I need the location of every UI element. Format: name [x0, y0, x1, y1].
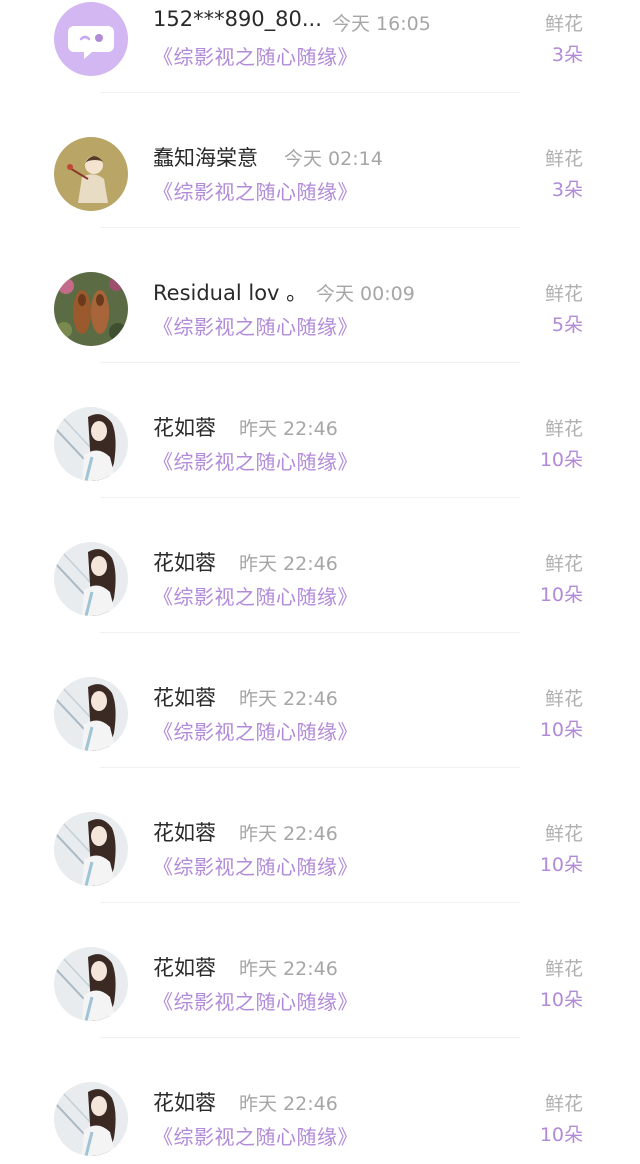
- user-name: 152***890_80...: [153, 7, 322, 31]
- list-item[interactable]: 152***890_80... 今天 16:05 《综影视之随心随缘》 鲜花 3…: [0, 1, 640, 136]
- gift-count: 10朵: [539, 719, 583, 741]
- illustrated-girl-icon: [54, 137, 128, 211]
- gift-type-label: 鲜花: [544, 418, 583, 440]
- user-name: 花如蓉: [153, 1091, 216, 1115]
- user-name: 花如蓉: [153, 551, 216, 575]
- list-item[interactable]: 花如蓉 昨天 22:46 《综影视之随心随缘》 鲜花 10朵: [0, 541, 640, 676]
- divider: [100, 632, 520, 633]
- list-item[interactable]: 花如蓉 昨天 22:46 《综影视之随心随缘》 鲜花 10朵: [0, 406, 640, 541]
- anime-girl-icon: [54, 542, 128, 616]
- anime-girl-icon: [54, 407, 128, 481]
- gift-type-label: 鲜花: [544, 148, 583, 170]
- divider: [100, 1037, 520, 1038]
- divider: [100, 92, 520, 93]
- gift-count: 10朵: [539, 449, 583, 471]
- book-title[interactable]: 《综影视之随心随缘》: [153, 1121, 358, 1150]
- timestamp: 今天 00:09: [316, 283, 415, 305]
- gift-type-label: 鲜花: [544, 958, 583, 980]
- list-item[interactable]: 花如蓉 昨天 22:46 《综影视之随心随缘》 鲜花 10朵: [0, 946, 640, 1081]
- gift-type-label: 鲜花: [544, 1093, 583, 1115]
- gift-count: 3朵: [551, 44, 583, 66]
- timestamp: 昨天 22:46: [239, 553, 338, 575]
- book-title[interactable]: 《综影视之随心随缘》: [153, 986, 358, 1015]
- gift-type-label: 鲜花: [544, 283, 583, 305]
- user-name: 蠢知海棠意: [153, 146, 258, 170]
- avatar[interactable]: [54, 947, 128, 1021]
- gift-type-label: 鲜花: [544, 823, 583, 845]
- timestamp: 昨天 22:46: [239, 418, 338, 440]
- avatar[interactable]: [54, 407, 128, 481]
- timestamp: 昨天 22:46: [239, 688, 338, 710]
- book-title[interactable]: 《综影视之随心随缘》: [153, 581, 358, 610]
- anime-girl-icon: [54, 812, 128, 886]
- avatar[interactable]: [54, 137, 128, 211]
- anime-girl-icon: [54, 1082, 128, 1156]
- book-title[interactable]: 《综影视之随心随缘》: [153, 41, 358, 70]
- avatar[interactable]: [54, 1082, 128, 1156]
- divider: [100, 767, 520, 768]
- gift-type-label: 鲜花: [544, 688, 583, 710]
- avatar[interactable]: [54, 2, 128, 76]
- gift-count: 5朵: [551, 314, 583, 336]
- list-item[interactable]: Residual lov 。 今天 00:09 《综影视之随心随缘》 鲜花 5朵: [0, 271, 640, 406]
- divider: [100, 362, 520, 363]
- book-title[interactable]: 《综影视之随心随缘》: [153, 851, 358, 880]
- divider: [100, 227, 520, 228]
- timestamp: 今天 02:14: [284, 148, 383, 170]
- timestamp: 昨天 22:46: [239, 1093, 338, 1115]
- shoes-photo-icon: [54, 272, 128, 346]
- avatar[interactable]: [54, 542, 128, 616]
- avatar[interactable]: [54, 677, 128, 751]
- book-title[interactable]: 《综影视之随心随缘》: [153, 311, 358, 340]
- list-item[interactable]: 蠢知海棠意 今天 02:14 《综影视之随心随缘》 鲜花 3朵: [0, 136, 640, 271]
- avatar[interactable]: [54, 812, 128, 886]
- book-title[interactable]: 《综影视之随心随缘》: [153, 176, 358, 205]
- user-name: 花如蓉: [153, 416, 216, 440]
- timestamp: 昨天 22:46: [239, 958, 338, 980]
- user-name: Residual lov 。: [153, 281, 308, 305]
- divider: [100, 497, 520, 498]
- list-item[interactable]: 花如蓉 昨天 22:46 《综影视之随心随缘》 鲜花 10朵: [0, 811, 640, 946]
- list-item[interactable]: 花如蓉 昨天 22:46 《综影视之随心随缘》 鲜花 10朵: [0, 1081, 640, 1164]
- divider: [100, 902, 520, 903]
- user-name: 花如蓉: [153, 956, 216, 980]
- book-title[interactable]: 《综影视之随心随缘》: [153, 716, 358, 745]
- gift-count: 10朵: [539, 584, 583, 606]
- chat-bubble-icon: [54, 2, 128, 76]
- user-name: 花如蓉: [153, 821, 216, 845]
- gift-count: 10朵: [539, 1124, 583, 1146]
- gift-type-label: 鲜花: [544, 13, 583, 35]
- list-item[interactable]: 花如蓉 昨天 22:46 《综影视之随心随缘》 鲜花 10朵: [0, 676, 640, 811]
- anime-girl-icon: [54, 677, 128, 751]
- gift-type-label: 鲜花: [544, 553, 583, 575]
- avatar[interactable]: [54, 272, 128, 346]
- timestamp: 昨天 22:46: [239, 823, 338, 845]
- gift-count: 3朵: [551, 179, 583, 201]
- user-name: 花如蓉: [153, 686, 216, 710]
- anime-girl-icon: [54, 947, 128, 1021]
- gift-count: 10朵: [539, 854, 583, 876]
- book-title[interactable]: 《综影视之随心随缘》: [153, 446, 358, 475]
- gift-count: 10朵: [539, 989, 583, 1011]
- timestamp: 今天 16:05: [332, 13, 431, 35]
